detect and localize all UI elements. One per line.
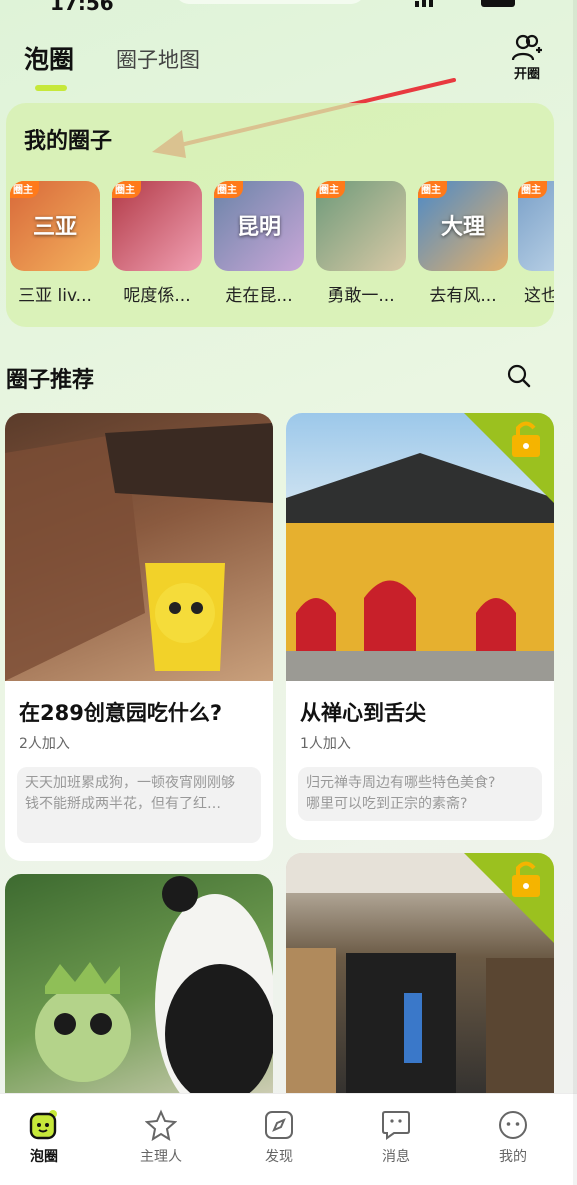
circle-name: 去有风... [429, 286, 497, 306]
card-title: 在289创意园吃什么? [19, 701, 223, 725]
profile-icon [499, 1111, 527, 1139]
status-notch [175, 0, 365, 4]
tabbar-label: 我的 [499, 1149, 527, 1165]
my-circles-title: 我的圈子 [24, 129, 113, 154]
recommend-card-0[interactable]: 在289创意园吃什么? 2人加入 天天加班累成狗，一顿夜宵刚刚够 钱不能掰成两半… [5, 413, 273, 861]
card-image [5, 874, 273, 1114]
circle-thumb-text: 三亚 [32, 215, 77, 240]
message-icon [382, 1111, 410, 1140]
card-image [5, 413, 273, 681]
tabbar-label: 消息 [382, 1149, 410, 1165]
owner-badge: 圈主 [518, 181, 547, 198]
search-icon[interactable] [507, 364, 531, 388]
recommend-card-1[interactable]: 从禅心到舌尖 1人加入 归元禅寺周边有哪些特色美食? 哪里可以吃到正宗的素斋? [286, 413, 554, 840]
tab-pao-quan[interactable]: 泡圈 [24, 40, 74, 76]
circle-thumb: 三亚 圈主 [10, 181, 100, 271]
circle-item-2[interactable]: 昆明 圈主 走在昆... [214, 181, 304, 306]
owner-badge: 圈主 [214, 181, 243, 198]
card-illustration [5, 423, 273, 681]
recommend-title: 圈子推荐 [6, 368, 95, 393]
card-member-count: 2人加入 [19, 736, 70, 752]
owner-badge: 圈主 [112, 181, 141, 198]
circle-item-1[interactable]: 圈主 呢度係... [112, 181, 202, 306]
paoquan-icon [29, 1110, 57, 1140]
owner-badge: 圈主 [418, 181, 447, 198]
card-member-count: 1人加入 [300, 736, 351, 752]
tabbar-item-zhuliren[interactable]: 主理人 [121, 1108, 201, 1166]
tabbar-item-paoquan[interactable]: 泡圈 [4, 1108, 84, 1166]
status-icons [415, 0, 525, 7]
open-circle-button[interactable]: 开圈 [505, 33, 549, 82]
circle-thumb-text: 大理 [440, 215, 485, 240]
circle-name: 三亚 liv... [18, 286, 92, 306]
circle-thumb: 圈主 [112, 181, 202, 271]
circle-thumb: 圈主 [316, 181, 406, 271]
recommend-card-3[interactable] [286, 853, 554, 1114]
my-circles-card: 我的圈子 三亚 圈主 三亚 liv... 圈主 呢度係... 昆明 圈主 走在昆… [6, 103, 554, 327]
card-snippet: 归元禅寺周边有哪些特色美食? 哪里可以吃到正宗的素斋? [298, 767, 542, 821]
card-title: 从禅心到舌尖 [300, 701, 426, 725]
circle-name: 走在昆... [225, 286, 293, 306]
circle-item-3[interactable]: 圈主 勇敢一... [316, 181, 406, 306]
circle-thumb: 圈主 [518, 181, 554, 271]
tabbar-label: 泡圈 [30, 1149, 58, 1165]
card-snippet: 天天加班累成狗，一顿夜宵刚刚够 钱不能掰成两半花，但有了红… [17, 767, 261, 843]
star-icon [145, 1109, 177, 1141]
circle-item-5[interactable]: 圈主 这也 [518, 181, 554, 306]
circle-thumb: 昆明 圈主 [214, 181, 304, 271]
owner-badge: 圈主 [316, 181, 345, 198]
circle-name: 勇敢一... [327, 286, 395, 306]
group-add-icon [511, 34, 542, 61]
lock-icon [464, 853, 554, 943]
card-illustration [35, 876, 273, 1114]
tabbar-label: 主理人 [140, 1149, 182, 1165]
lock-icon [464, 413, 554, 503]
owner-badge: 圈主 [10, 181, 39, 198]
circle-name: 这也 [524, 286, 554, 306]
my-circles-list: 三亚 圈主 三亚 liv... 圈主 呢度係... 昆明 圈主 走在昆... 圈… [10, 181, 554, 311]
tabbar-label: 发现 [265, 1149, 293, 1165]
recommend-card-2[interactable] [5, 874, 273, 1114]
tab-active-indicator [35, 85, 67, 91]
circle-thumb-text: 昆明 [236, 215, 281, 240]
tabbar-item-messages[interactable]: 消息 [356, 1108, 436, 1166]
open-circle-label: 开圈 [513, 67, 540, 82]
status-bar: 17:56 [0, 0, 577, 15]
tab-circle-map[interactable]: 圈子地图 [116, 44, 200, 74]
tabbar-item-discover[interactable]: 发现 [239, 1108, 319, 1166]
circle-item-4[interactable]: 大理 圈主 去有风... [418, 181, 508, 306]
compass-icon [265, 1111, 293, 1139]
circle-item-0[interactable]: 三亚 圈主 三亚 liv... [10, 181, 100, 306]
circle-thumb: 大理 圈主 [418, 181, 508, 271]
scrollbar[interactable] [573, 0, 577, 1185]
circle-name: 呢度係... [123, 286, 191, 306]
tabbar-item-me[interactable]: 我的 [473, 1108, 553, 1166]
bottom-tab-bar: 泡圈 主理人 发现 消息 我的 [0, 1093, 577, 1185]
status-time: 17:56 [50, 0, 114, 15]
